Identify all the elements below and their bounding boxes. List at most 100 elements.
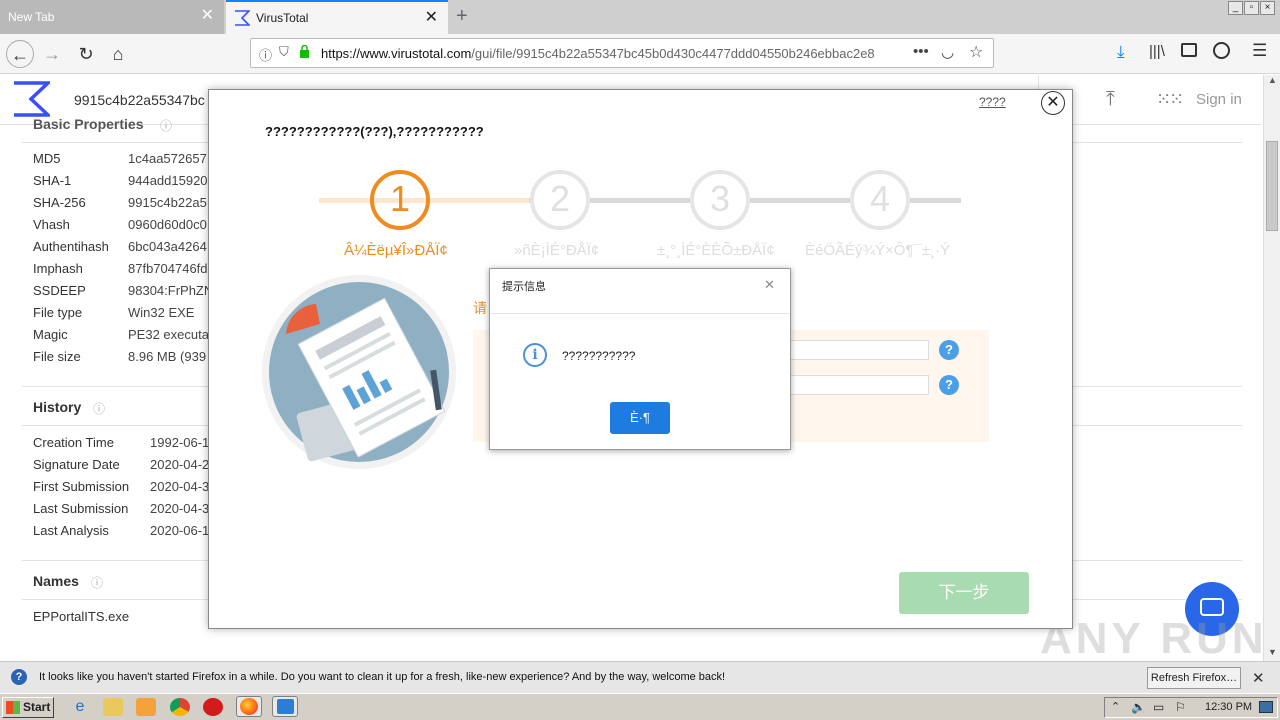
info-icon: i <box>523 343 547 367</box>
start-button[interactable]: Start <box>2 697 54 718</box>
page-scrollbar[interactable]: ▲ ▼ <box>1263 75 1280 661</box>
property-value: 2020-04-3 <box>150 479 210 494</box>
shield-icon[interactable]: ⛉ <box>279 44 289 60</box>
property-value: 6bc043a4264 <box>128 239 207 254</box>
system-tray: ⌃ 🔈 ▭ ⚐ 12:30 PM <box>1104 697 1278 718</box>
sign-in-link[interactable]: Sign in <box>1196 91 1242 108</box>
tray-expand-icon[interactable]: ⌃ <box>1111 700 1120 713</box>
upload-icon[interactable]: ⤒ <box>1106 88 1115 111</box>
property-label: Last Analysis <box>33 523 109 538</box>
anyrun-watermark: ANY RUN <box>1040 614 1268 663</box>
property-value: 2020-04-2 <box>150 457 210 472</box>
close-tab-icon[interactable]: ✕ <box>425 10 438 26</box>
firefox-taskbar-button[interactable] <box>236 696 262 717</box>
property-label: Vhash <box>33 217 70 232</box>
notification-close-icon[interactable]: ✕ <box>1252 669 1265 687</box>
modal-close-icon[interactable]: ✕ <box>1041 91 1065 115</box>
step-3-circle: 3 <box>690 170 750 230</box>
url-path: /gui/file/9915c4b22a55347bc45b0d430c4477… <box>471 46 875 61</box>
alert-dialog: 提示信息 ✕ i ??????????? È·¶ <box>489 268 791 450</box>
sidebar-icon[interactable] <box>1181 43 1197 57</box>
restore-button[interactable]: ▫ <box>1244 1 1259 15</box>
info-icon[interactable]: ⓘ <box>160 117 172 134</box>
show-desktop-icon[interactable] <box>1259 701 1273 713</box>
notification-text: It looks like you haven't started Firefo… <box>39 671 726 683</box>
help-question-icon[interactable]: ? <box>939 340 959 360</box>
minimize-button[interactable]: _ <box>1228 1 1243 15</box>
property-value: 8.96 MB (939 <box>128 349 207 364</box>
property-label: Signature Date <box>33 457 120 472</box>
tab-virustotal[interactable]: VirusTotal ✕ <box>226 0 448 34</box>
library-icon[interactable]: |||\ <box>1149 43 1165 60</box>
property-label: Creation Time <box>33 435 114 450</box>
pocket-icon[interactable]: ◡ <box>941 43 954 61</box>
app-taskbar-button[interactable] <box>272 696 298 717</box>
modal-heading: ????????????(???),??????????? <box>265 124 484 139</box>
step-3-label: ±¸°¸ÌÉ°ÈÈÕ±ÐÅÏ¢ <box>657 242 775 259</box>
nav-toolbar: ← → ↻ ⌂ ⓘ ⛉ https://www.virustotal.com/g… <box>0 34 1280 74</box>
url-text: https://www.virustotal.com/gui/file/9915… <box>321 46 881 61</box>
volume-icon[interactable]: 🔈 <box>1131 700 1146 714</box>
document-illustration <box>261 274 457 470</box>
step-1-label: Â¼Èëµ¥Î»ÐÅÏ¢ <box>344 242 448 259</box>
step-4-label: ÈéÖÃÉý¾Ý×Ô¶¯±¸·Ý <box>805 242 951 259</box>
chrome-icon[interactable] <box>170 698 190 716</box>
forward-arrow-icon[interactable]: → <box>38 40 66 68</box>
flag-icon[interactable]: ⚐ <box>1175 700 1186 714</box>
file-name-item: EPPortalITS.exe <box>33 609 130 624</box>
reload-icon[interactable]: ↻ <box>72 40 100 68</box>
info-icon[interactable]: ⓘ <box>259 45 272 64</box>
virustotal-logo-icon[interactable] <box>12 81 53 120</box>
file-hash-title: 9915c4b22a55347bc <box>74 92 205 108</box>
divider <box>490 313 790 314</box>
account-icon[interactable] <box>1213 42 1230 59</box>
page-actions-icon[interactable]: ••• <box>913 43 929 60</box>
scroll-up-icon[interactable]: ▲ <box>1268 75 1277 85</box>
ie-icon[interactable]: e <box>70 698 90 716</box>
dialog-message: ??????????? <box>562 349 636 363</box>
next-step-button[interactable]: 下一步 <box>899 572 1029 614</box>
back-arrow-icon[interactable]: ← <box>6 40 34 68</box>
property-value: 9915c4b22a5 <box>128 195 207 210</box>
opera-icon[interactable] <box>203 698 223 716</box>
network-icon[interactable]: ▭ <box>1153 700 1164 714</box>
lock-icon <box>299 44 309 58</box>
refresh-firefox-button[interactable]: Refresh Firefox… <box>1147 667 1241 689</box>
property-label: MD5 <box>33 151 61 166</box>
dialog-title: 提示信息 <box>502 281 546 293</box>
explorer-folder-icon[interactable] <box>103 698 123 716</box>
property-value: 87fb704746fd2 <box>128 261 215 276</box>
tab-strip: New Tab ✕ VirusTotal ✕ + _ ▫ × <box>0 0 1280 34</box>
close-tab-icon[interactable]: ✕ <box>201 8 214 24</box>
apps-grid-icon[interactable]: ⁙⁙ <box>1156 89 1184 110</box>
info-icon[interactable]: ⓘ <box>91 574 103 591</box>
question-icon: ? <box>11 669 27 685</box>
property-value: 1992-06-1 <box>150 435 210 450</box>
new-tab-plus-icon[interactable]: + <box>456 5 468 28</box>
scroll-thumb[interactable] <box>1266 141 1278 231</box>
tab-new-tab[interactable]: New Tab ✕ <box>0 0 224 34</box>
history-title: History <box>33 399 82 415</box>
property-label: SHA-1 <box>33 173 72 188</box>
scroll-down-icon[interactable]: ▼ <box>1268 647 1277 657</box>
windows-taskbar: Start e ⌃ 🔈 ▭ ⚐ 12:30 PM <box>0 693 1280 720</box>
dialog-close-icon[interactable]: ✕ <box>764 277 775 293</box>
clock[interactable]: 12:30 PM <box>1205 701 1252 713</box>
url-bar[interactable]: ⓘ ⛉ https://www.virustotal.com/gui/file/… <box>250 38 994 68</box>
media-player-icon[interactable] <box>136 698 156 716</box>
info-icon[interactable]: ⓘ <box>93 400 105 417</box>
dialog-ok-button[interactable]: È·¶ <box>610 402 670 434</box>
bookmark-star-icon[interactable]: ☆ <box>969 42 983 62</box>
close-window-button[interactable]: × <box>1260 1 1275 15</box>
property-value: 98304:FrPhZN <box>128 283 214 298</box>
tab-label: VirusTotal <box>256 11 309 25</box>
menu-hamburger-icon[interactable]: ☰ <box>1252 41 1267 61</box>
property-label: First Submission <box>33 479 130 494</box>
modal-top-link[interactable]: ???? <box>979 95 1006 109</box>
home-icon[interactable]: ⌂ <box>104 40 132 68</box>
property-value: 0960d60d0c0 <box>128 217 207 232</box>
url-host: https://www.virustotal.com <box>321 46 472 61</box>
download-icon[interactable]: ⤓ <box>1117 42 1125 62</box>
tab-label: New Tab <box>8 10 55 24</box>
help-question-icon[interactable]: ? <box>939 375 959 395</box>
